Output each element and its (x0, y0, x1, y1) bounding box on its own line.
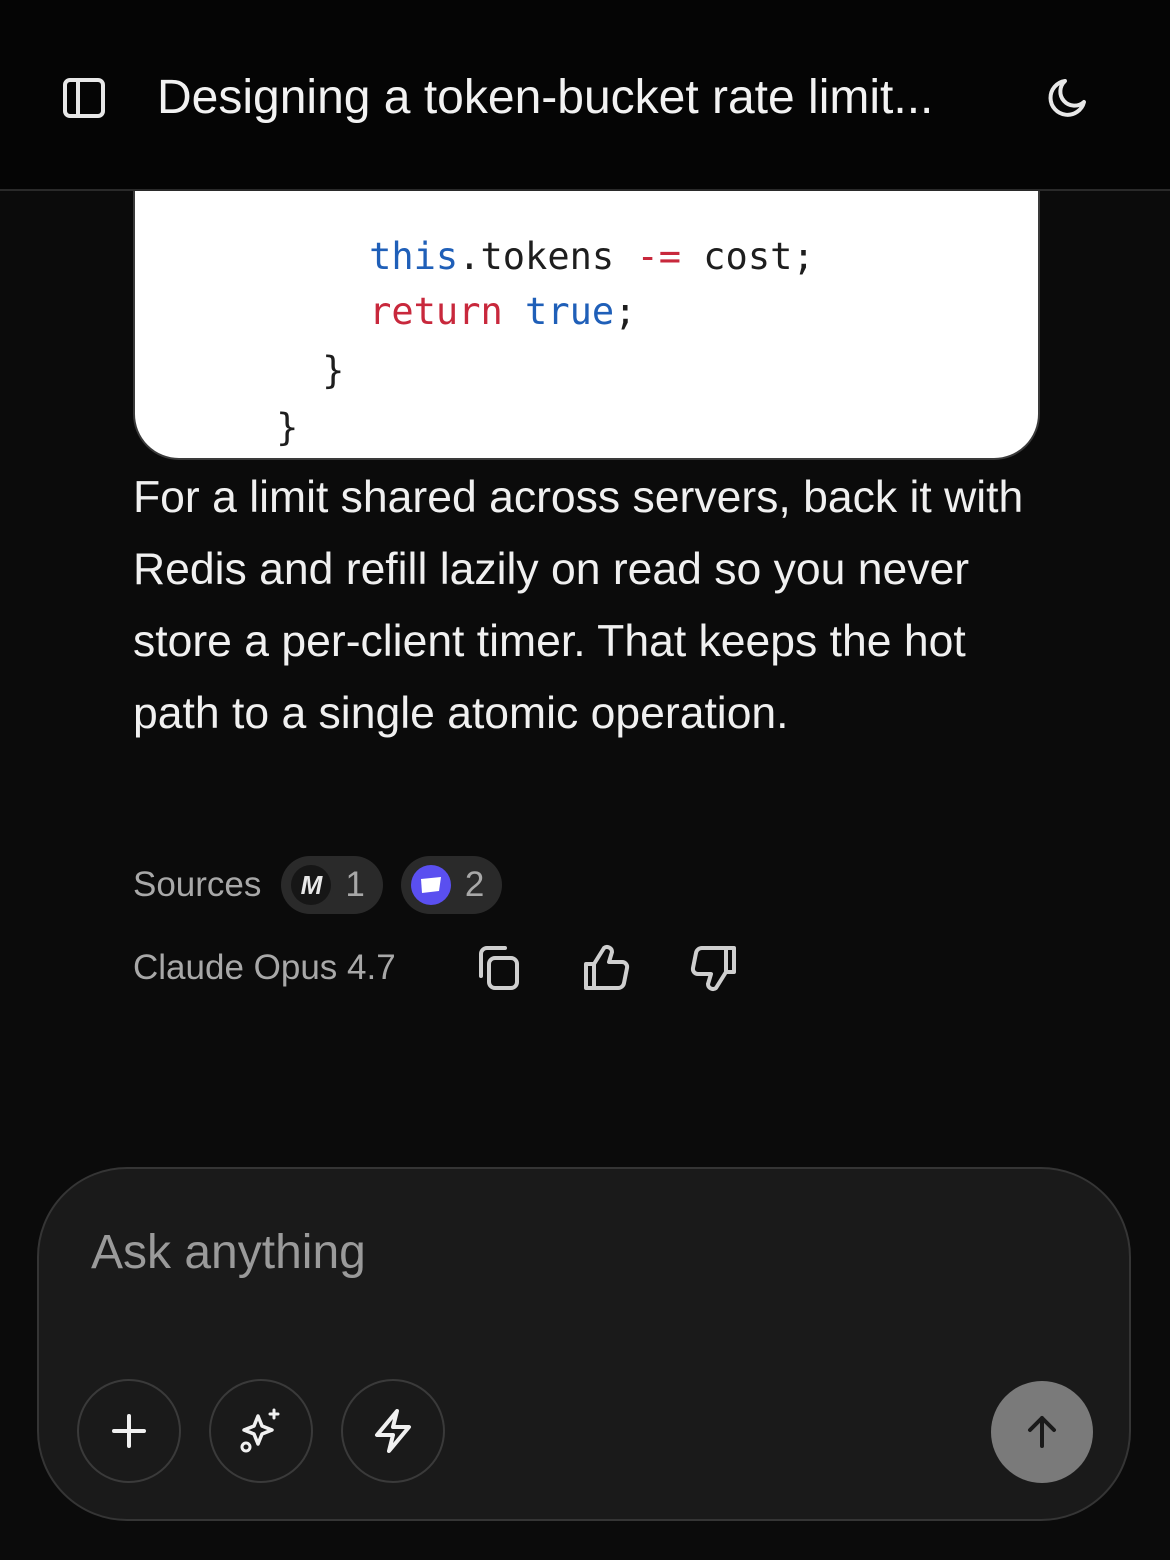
ask-input[interactable] (89, 1221, 993, 1283)
add-attachment-button[interactable] (77, 1379, 181, 1483)
source-count: 1 (345, 865, 365, 904)
conversation-title: Designing a token-bucket rate limit... (157, 71, 934, 124)
lightning-icon (375, 1409, 411, 1453)
sources-label: Sources (133, 865, 262, 904)
sidebar-toggle-icon[interactable] (60, 74, 108, 122)
sparkles-button[interactable] (209, 1379, 313, 1483)
top-bar: Designing a token-bucket rate limit... (0, 0, 1170, 191)
assistant-message: For a limit shared across servers, back … (133, 473, 1024, 738)
thumbs-down-icon[interactable] (686, 940, 742, 996)
arrow-up-icon (1028, 1416, 1056, 1448)
code-token: return (369, 290, 503, 333)
code-token: ; (614, 290, 637, 333)
sources-row: Sources M 1 2 (133, 855, 520, 915)
source-count: 2 (464, 865, 485, 904)
code-line: } (187, 353, 299, 458)
source-logo-icon (410, 865, 451, 905)
code-token: cost; (681, 235, 815, 278)
lightning-button[interactable] (341, 1379, 445, 1483)
copy-icon[interactable] (473, 940, 529, 996)
sparkles-icon (240, 1408, 280, 1453)
send-button[interactable] (991, 1381, 1093, 1483)
source-logo-icon: M (291, 865, 332, 905)
code-token: } (322, 349, 345, 392)
code-token: true (525, 290, 615, 333)
plus-icon (112, 1414, 146, 1448)
moon-icon[interactable] (1044, 74, 1092, 122)
code-token: -= (636, 235, 681, 278)
source-chip-2[interactable]: 2 (400, 856, 503, 914)
thumbs-up-icon[interactable] (578, 940, 634, 996)
model-name: Claude Opus 4.7 (133, 948, 396, 987)
code-token: } (276, 406, 299, 449)
source-chip-1[interactable]: M 1 (281, 856, 383, 914)
composer (37, 1167, 1131, 1521)
